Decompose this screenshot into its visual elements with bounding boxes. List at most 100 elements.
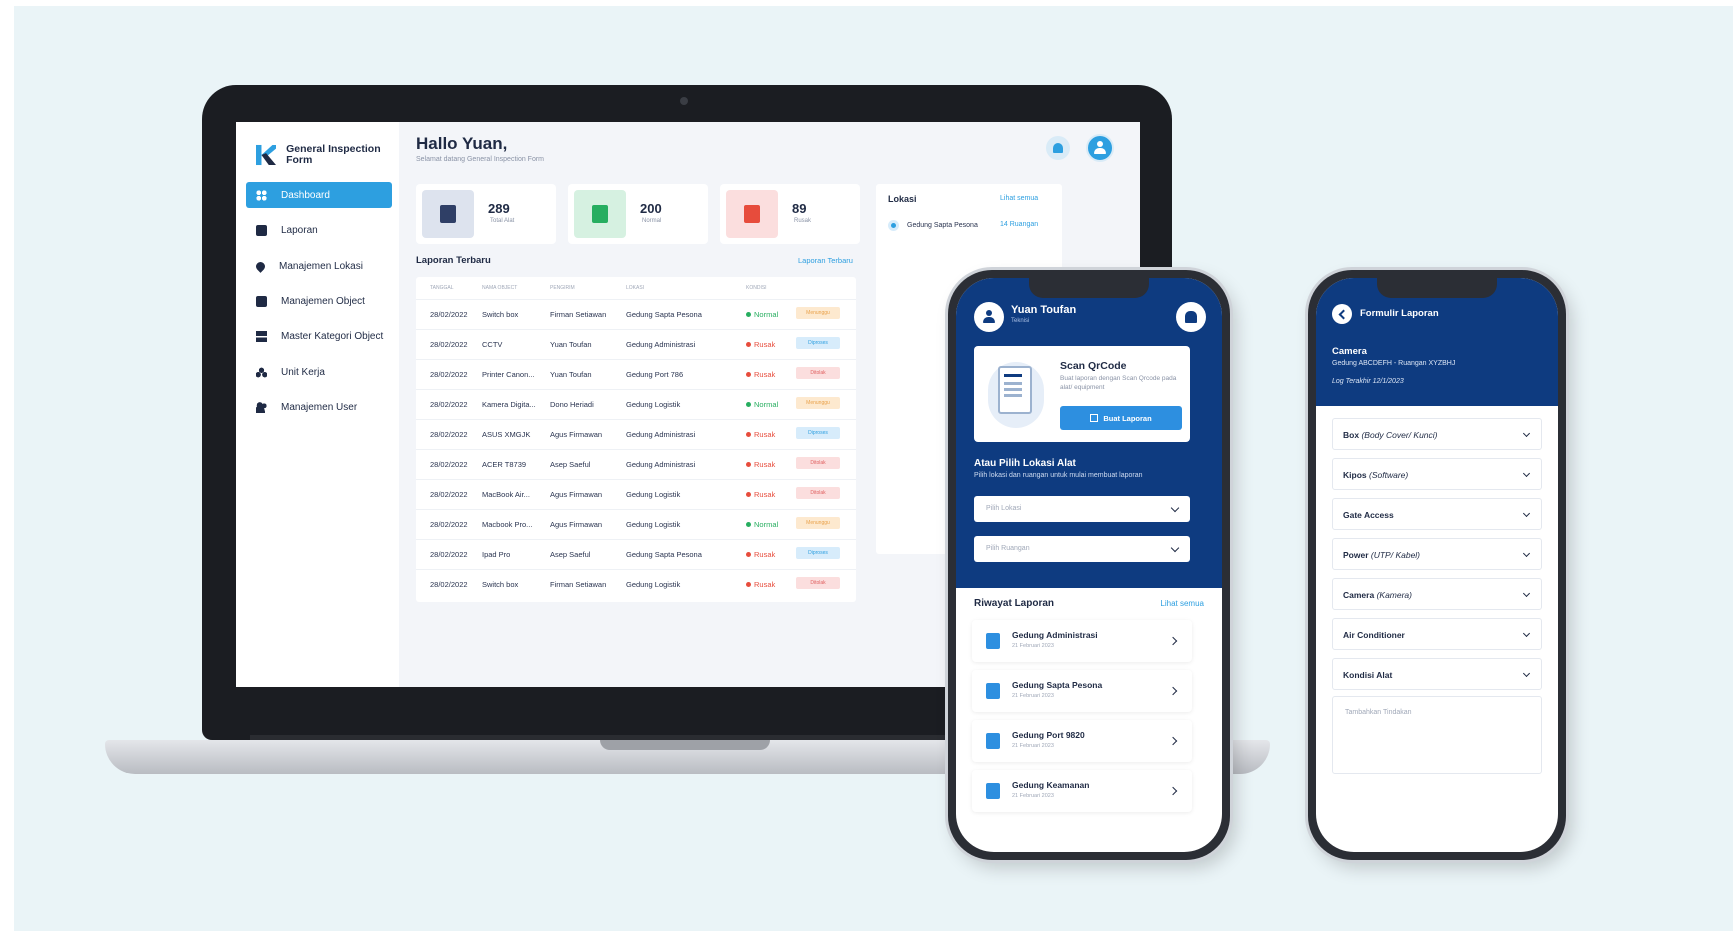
location-item[interactable]: Gedung Sapta Pesona [888, 220, 978, 231]
user-icon [982, 310, 996, 324]
device-icon [744, 205, 760, 223]
history-see-all-link[interactable]: Lihat semua [1160, 599, 1204, 608]
table-row[interactable]: 28/02/2022 Macbook Pro... Agus Firmawan Ged… [416, 509, 856, 537]
chevron-down-icon [1522, 509, 1531, 518]
stat-label: Normal [642, 218, 662, 224]
chevron-right-icon [1168, 786, 1178, 796]
status-badge: Menunggu [796, 397, 840, 409]
cell-sender: Agus Firmawan [550, 430, 603, 439]
form-field-label: Camera [1343, 590, 1375, 600]
location-room-count: 14 Ruangan [1000, 221, 1039, 228]
cell-location: Gedung Administrasi [626, 340, 696, 349]
form-field-select[interactable]: Camera (Kamera) [1332, 578, 1542, 610]
unit-icon [256, 366, 267, 378]
history-item[interactable]: Gedung Sapta Pesona 21 Februari 2023 [972, 670, 1192, 712]
scan-illustration [988, 362, 1044, 428]
category-icon [256, 330, 267, 342]
cell-location: Gedung Logistik [626, 520, 681, 529]
sidebar-item-dashboard[interactable]: Dashboard [246, 182, 392, 208]
stat-card-normal: 200 Normal [568, 184, 708, 244]
table-row[interactable]: 28/02/2022 Switch box Firman Setiawan Gedun… [416, 299, 856, 327]
notification-button[interactable] [1046, 136, 1070, 160]
history-date: 21 Februari 2023 [1012, 693, 1054, 699]
sidebar-item-master-kategori[interactable]: Master Kategori Object [246, 323, 392, 349]
form-field-label: Box [1343, 430, 1360, 440]
table-row[interactable]: 28/02/2022 MacBook Air... Agus Firmawan Ged… [416, 479, 856, 507]
sidebar-item-label: Manajemen Lokasi [279, 260, 363, 272]
scan-qrcode-card: Scan QrCode Buat laporan dengan Scan Qrc… [974, 346, 1190, 442]
status-badge: Diproses [796, 337, 840, 349]
stat-value: 289 [488, 201, 510, 216]
form-field-select[interactable]: Kipos (Software) [1332, 458, 1542, 490]
cell-sender: Yuan Toufan [550, 340, 592, 349]
sidebar-item-manajemen-lokasi[interactable]: Manajemen Lokasi [246, 253, 392, 279]
sidebar-item-laporan[interactable]: Laporan [246, 217, 392, 243]
history-item[interactable]: Gedung Keamanan 21 Februari 2023 [972, 770, 1192, 812]
phone-home: Yuan Toufan Teknisi Scan QrCode Buat lap… [948, 270, 1230, 860]
cell-date: 28/02/2022 [430, 370, 468, 379]
sidebar-item-unit-kerja[interactable]: Unit Kerja [246, 359, 392, 385]
table-row[interactable]: 28/02/2022 ACER T8739 Asep Saeful Gedung Ad… [416, 449, 856, 477]
form-field-hint: (Body Cover/ Kunci) [1361, 430, 1438, 440]
chevron-down-icon [1522, 469, 1531, 478]
table-link[interactable]: Laporan Terbaru [798, 256, 853, 265]
document-icon [256, 224, 267, 236]
table-row[interactable]: 28/02/2022 CCTV Yuan Toufan Gedung Administ… [416, 329, 856, 357]
cell-date: 28/02/2022 [430, 460, 468, 469]
app-title: General Inspection Form [286, 143, 381, 166]
cell-condition: Rusak [746, 460, 775, 469]
form-field-label: Air Conditioner [1343, 630, 1405, 640]
form-field-select[interactable]: Power (UTP/ Kabel) [1332, 538, 1542, 570]
chevron-down-icon [1170, 543, 1180, 553]
cell-date: 28/02/2022 [430, 550, 468, 559]
cell-location: Gedung Sapta Pesona [626, 310, 702, 319]
chevron-right-icon [1168, 686, 1178, 696]
form-field-select[interactable]: Box (Body Cover/ Kunci) [1332, 418, 1542, 450]
sidebar-item-manajemen-user[interactable]: Manajemen User [246, 394, 392, 420]
table-row[interactable]: 28/02/2022 Ipad Pro Asep Saeful Gedung Sapt… [416, 539, 856, 567]
chevron-down-icon [1522, 549, 1531, 558]
cell-condition: Rusak [746, 550, 775, 559]
avatar[interactable] [974, 302, 1004, 332]
app-logo[interactable]: General Inspection Form [256, 144, 399, 166]
status-badge: Ditolak [796, 577, 840, 589]
sidebar-item-label: Unit Kerja [281, 366, 325, 378]
user-icon [1093, 141, 1107, 155]
status-badge: Menunggu [796, 307, 840, 319]
stat-icon-box [726, 190, 778, 238]
form-field-select[interactable]: Kondisi Alat [1332, 658, 1542, 690]
location-select-value: Pilih Lokasi [986, 505, 1022, 512]
table-row[interactable]: 28/02/2022 Switch box Firman Setiawan Gedun… [416, 569, 856, 597]
room-select[interactable]: Pilih Ruangan [974, 536, 1190, 562]
cell-date: 28/02/2022 [430, 490, 468, 499]
form-field-select[interactable]: Gate Access [1332, 498, 1542, 530]
status-badge: Diproses [796, 427, 840, 439]
cell-date: 28/02/2022 [430, 400, 468, 409]
table-row[interactable]: 28/02/2022 Kamera Digita... Dono Heriadi Ge… [416, 389, 856, 417]
history-item[interactable]: Gedung Administrasi 21 Februari 2023 [972, 620, 1192, 662]
location-see-all-link[interactable]: Lihat semua [1000, 195, 1038, 202]
form-field-select[interactable]: Air Conditioner [1332, 618, 1542, 650]
action-note-placeholder: Tambahkan Tindakan [1345, 709, 1412, 716]
chevron-down-icon [1522, 589, 1531, 598]
sidebar-item-label: Dashboard [281, 189, 330, 201]
notification-button[interactable] [1176, 302, 1206, 332]
cell-condition: Rusak [746, 370, 775, 379]
avatar[interactable] [1086, 134, 1114, 162]
history-item[interactable]: Gedung Port 9820 21 Februari 2023 [972, 720, 1192, 762]
action-note-input[interactable]: Tambahkan Tindakan [1332, 696, 1542, 774]
page-title: Hallo Yuan, [416, 134, 508, 153]
status-badge: Ditolak [796, 457, 840, 469]
cell-date: 28/02/2022 [430, 520, 468, 529]
table-row[interactable]: 28/02/2022 ASUS XMGJK Agus Firmawan Gedung … [416, 419, 856, 447]
chevron-down-icon [1522, 429, 1531, 438]
cell-sender: Firman Setiawan [550, 580, 607, 589]
location-select[interactable]: Pilih Lokasi [974, 496, 1190, 522]
cell-condition: Rusak [746, 580, 775, 589]
column-header: Tanggal [430, 285, 454, 291]
table-row[interactable]: 28/02/2022 Printer Canon... Yuan Toufan Ged… [416, 359, 856, 387]
table-title: Laporan Terbaru [416, 255, 491, 266]
sidebar-item-manajemen-object[interactable]: Manajemen Object [246, 288, 392, 314]
create-report-button[interactable]: Buat Laporan [1060, 406, 1182, 430]
back-button[interactable] [1332, 304, 1352, 324]
